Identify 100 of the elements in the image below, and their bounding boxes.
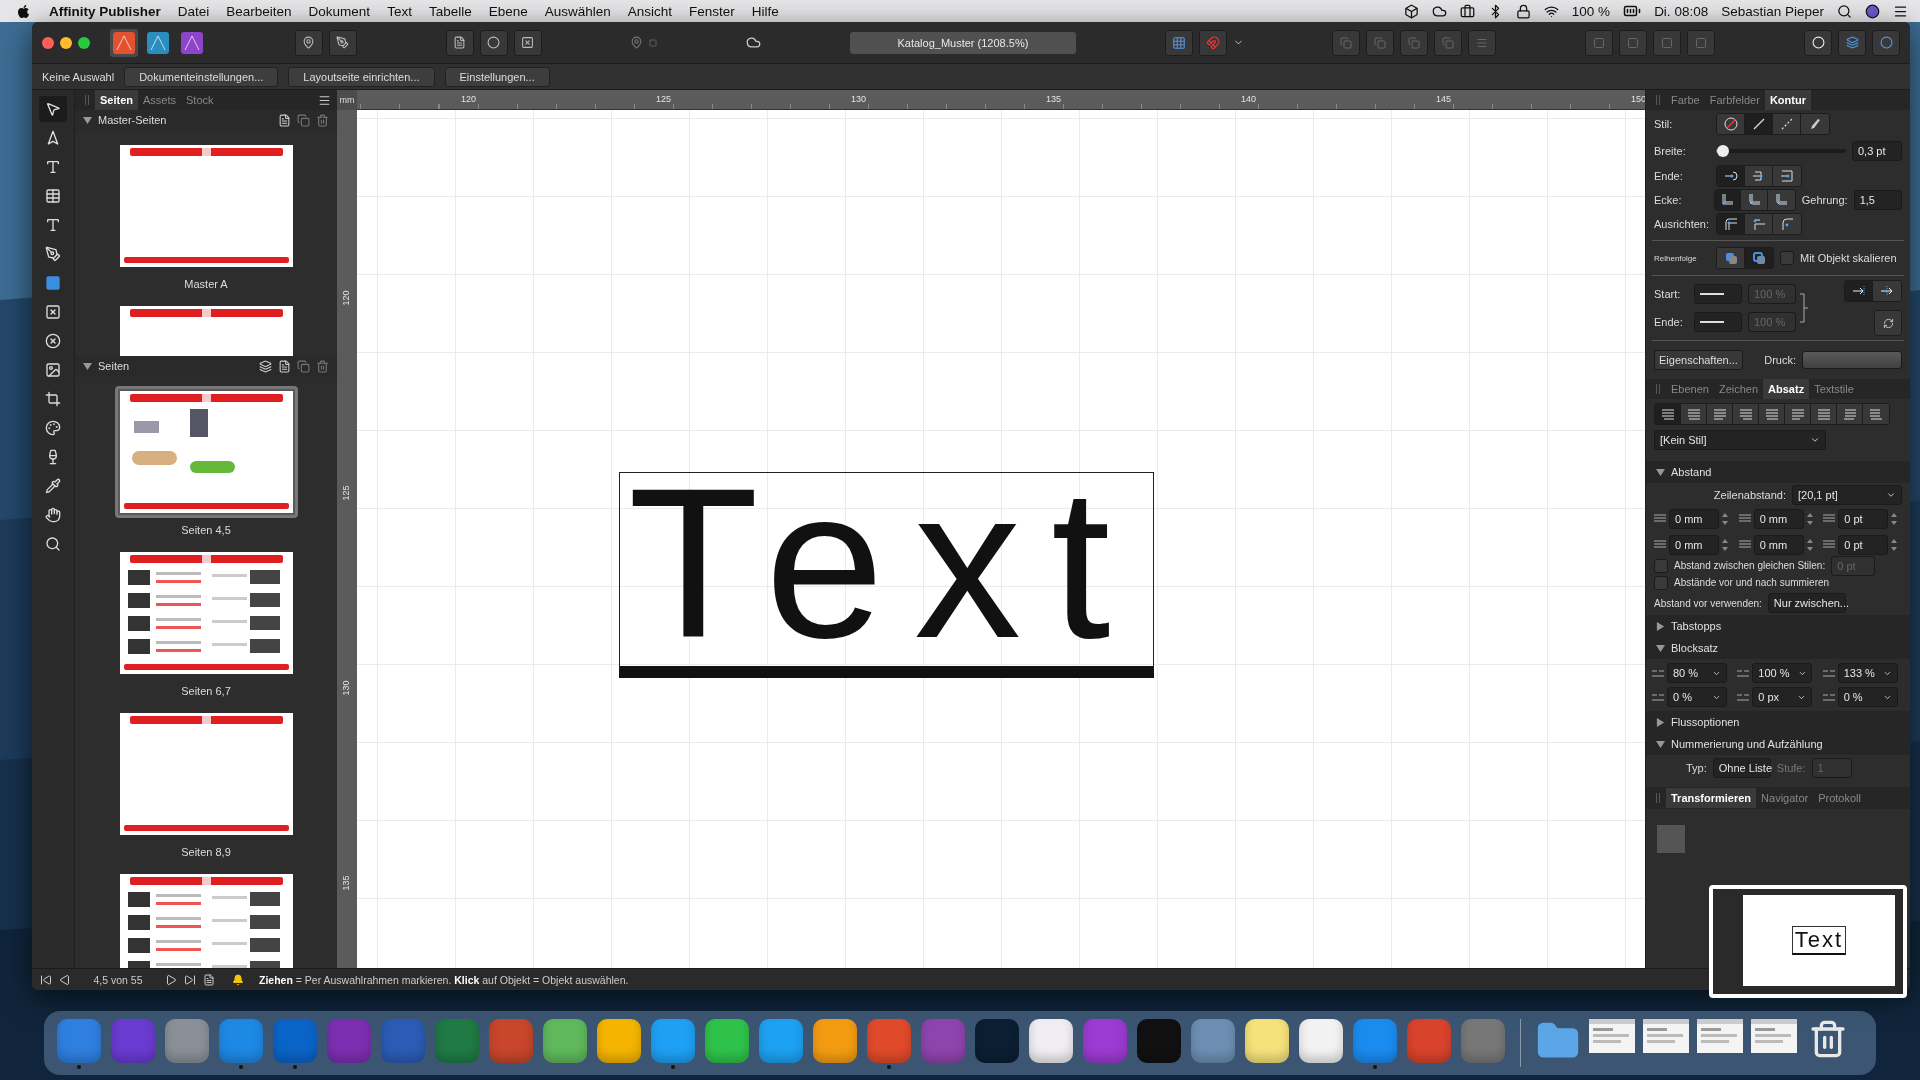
field-label: Ende: [1654,316,1684,328]
value-dropdown[interactable]: 0 % [1667,687,1727,707]
value-field[interactable]: 0 mm [1669,509,1719,529]
section-title: Flussoptionen [1671,716,1740,728]
field-label: Stufe: [1776,762,1806,774]
field-label: Typ: [1686,762,1707,774]
value-field[interactable]: 0 mm [1669,535,1719,555]
checkbox-label: Mit Objekt skalieren [1800,252,1897,264]
user-name[interactable]: Sebastian Pieper [1721,3,1824,19]
menu-item[interactable]: Text [387,3,412,19]
field-label: Gehrung: [1801,194,1848,206]
menu-item[interactable]: Dokument [308,3,371,19]
ruler-unit: mm [337,90,357,110]
value-dropdown[interactable]: 133 % [1837,663,1898,683]
menu-clock[interactable]: Di. 08:08 [1654,3,1709,19]
screenshot-thumbnail[interactable]: Text [1709,885,1907,998]
width-field[interactable]: 0,3 pt [1852,141,1902,161]
menu-item[interactable]: Fenster [689,3,735,19]
context-button[interactable]: Einstellungen... [444,66,550,87]
value-field[interactable]: 0 pt [1838,509,1889,529]
value-field[interactable]: 0 mm [1753,509,1804,529]
ruler-label: 120 [341,289,352,308]
ruler-label: 135 [1045,93,1063,106]
checkbox-label: Abstände vor und nach summieren [1674,577,1830,588]
field-label: Ende: [1654,170,1684,182]
page-label: Seiten 6,7 [181,684,231,697]
menu-item[interactable]: Ebene [488,3,528,19]
ruler-label: 145 [1435,93,1453,106]
section-title: Master-Seiten [98,114,168,127]
menu-item[interactable]: Hilfe [751,3,779,19]
page-label: Master A [184,277,228,290]
section-title: Abstand [1671,466,1712,478]
selection-status: Keine Auswahl [42,70,115,83]
checkbox-label: Abstand zwischen gleichen Stilen: [1674,560,1826,571]
style-dropdown[interactable]: [Kein Stil] [1654,430,1826,450]
menu-item[interactable]: Tabelle [428,3,472,19]
context-button[interactable]: Layoutseite einrichten... [288,66,435,87]
section-title: Seiten [98,360,131,373]
panel-tab[interactable]: Farbfelder [1704,90,1765,110]
status-hint: Ziehen = Per Auswahlrahmen markieren. Klick auf Objekt = Objekt auswählen. [259,973,629,986]
field-label: Start: [1654,288,1682,300]
value-field[interactable]: 0 mm [1753,535,1804,555]
menu-item[interactable]: Affinity Publisher [49,3,161,19]
section-header[interactable]: Blocksatz [1646,637,1910,659]
page-label: Seiten 4,5 [181,523,231,536]
menu-item[interactable]: Datei [177,3,210,19]
value-dropdown[interactable]: 80 % [1667,663,1727,683]
ruler-label: 140 [1240,93,1258,106]
leading-dropdown[interactable]: [20,1 pt] [1792,485,1902,505]
field-label: Zeilenabstand: [1712,489,1786,501]
panel-tab[interactable]: Seiten [95,90,138,110]
context-button[interactable]: Dokumenteinstellungen... [124,66,279,87]
field-label: Abstand vor verwenden: [1654,597,1762,609]
properties-button[interactable]: Eigenschaften... [1654,350,1743,370]
ruler-label: 130 [341,679,352,698]
section-header[interactable]: Abstand [1646,461,1910,483]
field-label: Druck: [1764,354,1796,366]
section-header[interactable]: Nummerierung und Aufzählung [1646,733,1910,755]
ruler-label: 150 [1630,93,1645,106]
page-counter: 4,5 von 55 [92,973,144,986]
field-label: Ausrichten: [1654,218,1710,230]
field-label: Reihenfolge [1654,253,1698,263]
list-type-dropdown[interactable]: Ohne Liste [1712,758,1771,778]
menu-item[interactable]: Ansicht [627,3,673,19]
panel-tab[interactable]: Textstile [1809,379,1859,399]
panel-tab[interactable]: Transformieren [1666,788,1757,808]
panel-tab[interactable]: Ebenen [1666,379,1714,399]
battery-percent: 100 % [1571,3,1611,19]
ruler-label: 135 [341,874,352,893]
mode-dropdown[interactable]: Nur zwischen... [1767,593,1846,613]
value-field[interactable]: 0 pt [1838,535,1889,555]
ruler-label: 130 [850,93,868,106]
field-label: Ecke: [1654,194,1683,206]
thumbnail-text: Text [1791,926,1847,955]
field-label: Breite: [1654,145,1687,157]
page-label: Seiten 8,9 [181,845,231,858]
section-header[interactable]: Tabstopps [1646,615,1910,637]
panel-tab[interactable]: Farbe [1666,90,1705,110]
panel-tab[interactable]: Absatz [1763,379,1810,399]
section-title: Tabstopps [1671,620,1722,632]
field-label: Stil: [1654,118,1674,130]
menu-item[interactable]: Auswählen [544,3,611,19]
section-title: Nummerierung und Aufzählung [1671,738,1823,750]
value-dropdown[interactable]: 0 px [1752,687,1813,707]
panel-tab[interactable]: Protokoll [1813,788,1866,808]
section-title: Blocksatz [1671,642,1719,654]
document-title: Katalog_Muster (1208.5%) [849,31,1076,54]
panel-tab[interactable]: Stock [181,90,219,110]
menu-item[interactable]: Bearbeiten [226,3,292,19]
ruler-label: 125 [341,484,352,503]
panel-tab[interactable]: Kontur [1764,90,1811,110]
value-dropdown[interactable]: 100 % [1752,663,1813,683]
panel-tab[interactable]: Zeichen [1713,379,1764,399]
ruler-label: 125 [655,93,673,106]
ruler-label: 120 [460,93,478,106]
section-header[interactable]: Flussoptionen [1646,711,1910,733]
miter-field[interactable]: 1,5 [1853,190,1902,210]
value-dropdown[interactable]: 0 % [1837,687,1898,707]
panel-tab[interactable]: Assets [138,90,182,110]
panel-tab[interactable]: Navigator [1756,788,1814,808]
